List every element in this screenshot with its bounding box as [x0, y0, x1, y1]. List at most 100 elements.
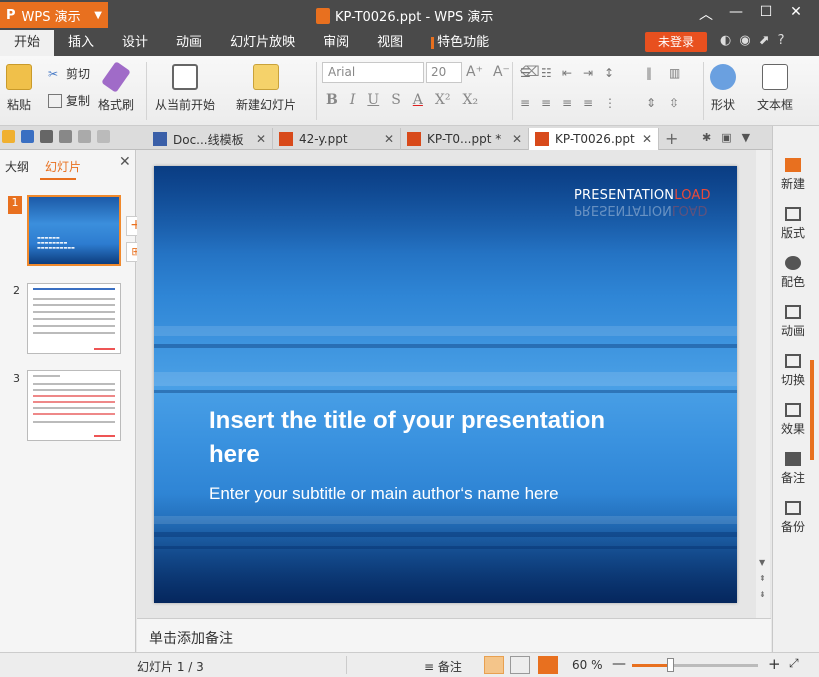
close-tab-icon[interactable]: ✕: [256, 132, 266, 146]
italic-button[interactable]: I: [350, 92, 356, 108]
underline-button[interactable]: U: [367, 92, 379, 108]
tab-animation[interactable]: 动画: [162, 30, 216, 56]
align-left-icon[interactable]: ≡: [520, 96, 538, 110]
normal-view-icon[interactable]: [484, 656, 504, 674]
pin-icon[interactable]: ✱: [702, 131, 711, 144]
zoom-out-icon[interactable]: —: [612, 656, 626, 672]
increase-indent-icon[interactable]: ⇥: [583, 66, 601, 80]
slide-thumbnail-2[interactable]: [27, 283, 121, 354]
format-painter-button[interactable]: 格式刷: [98, 61, 134, 113]
doc-tab-kp-t0026[interactable]: KP-T0026.ppt ✕: [529, 128, 659, 150]
tab-insert[interactable]: 插入: [54, 30, 108, 56]
notes-area[interactable]: 单击添加备注: [137, 618, 771, 652]
close-button[interactable]: ✕: [781, 4, 811, 24]
font-size-select[interactable]: 20: [426, 62, 462, 83]
tab-menu-icon[interactable]: ▼: [742, 131, 750, 144]
sidebar-new[interactable]: 新建: [773, 158, 813, 192]
doc-tab-template[interactable]: Doc...线模板 ✕: [147, 128, 273, 150]
login-button[interactable]: 未登录: [645, 32, 707, 52]
columns-icon[interactable]: ▥: [669, 66, 689, 80]
text-spacing-icon[interactable]: ⇳: [669, 96, 689, 110]
paste-button[interactable]: 粘贴: [6, 64, 32, 113]
zoom-slider[interactable]: [632, 658, 758, 672]
ribbon-collapse-icon[interactable]: ︿: [691, 4, 721, 24]
save-icon[interactable]: [21, 130, 34, 143]
close-tab-icon[interactable]: ✕: [384, 132, 394, 146]
numbered-list-icon[interactable]: ☷: [541, 66, 559, 80]
font-color-button[interactable]: A: [413, 92, 423, 108]
open-icon[interactable]: [2, 130, 15, 143]
strikethrough-button[interactable]: S: [391, 92, 401, 108]
cloud-icon[interactable]: ◉: [739, 33, 750, 48]
help-icon[interactable]: ?: [778, 33, 785, 48]
vertical-scrollbar[interactable]: ▼ ⇞ ⇟: [756, 150, 770, 618]
cut-button[interactable]: ✂ 剪切: [48, 65, 90, 82]
shape-button[interactable]: 形状: [710, 64, 736, 113]
bullet-list-icon[interactable]: ☰: [520, 66, 538, 80]
fit-window-icon[interactable]: ⤢: [789, 656, 799, 671]
minimize-button[interactable]: —: [721, 4, 751, 24]
close-tab-icon[interactable]: ✕: [512, 132, 522, 146]
undo-icon[interactable]: [78, 130, 91, 143]
tab-slideshow[interactable]: 幻灯片放映: [216, 30, 309, 56]
sorter-view-icon[interactable]: [510, 656, 530, 674]
sidebar-transition[interactable]: 切换: [773, 354, 813, 388]
decrease-indent-icon[interactable]: ⇤: [562, 66, 580, 80]
sidebar-layout[interactable]: 版式: [773, 207, 813, 241]
grow-font-icon[interactable]: A⁺: [466, 64, 483, 80]
print-preview-icon[interactable]: [59, 130, 72, 143]
maximize-button[interactable]: ☐: [751, 4, 781, 24]
sidebar-animation[interactable]: 动画: [773, 305, 813, 339]
app-menu-button[interactable]: P WPS 演示 ▼: [0, 2, 108, 28]
superscript-button[interactable]: X²: [435, 92, 451, 108]
tab-view[interactable]: 视图: [363, 30, 417, 56]
copy-button[interactable]: 复制: [48, 92, 90, 109]
zoom-level[interactable]: 60 %: [572, 658, 603, 672]
close-panel-icon[interactable]: ✕: [119, 154, 131, 170]
share-icon[interactable]: ⬈: [759, 33, 770, 48]
slide-thumbnail-3[interactable]: [27, 370, 121, 441]
slide-subtitle[interactable]: Enter your subtitle or main author‘s nam…: [209, 484, 559, 504]
shrink-font-icon[interactable]: A⁻: [493, 64, 510, 80]
tab-features[interactable]: 特色功能: [417, 30, 503, 56]
sidebar-notes[interactable]: 备注: [773, 452, 813, 486]
font-name-select[interactable]: Arial: [322, 62, 424, 83]
sidebar-backup[interactable]: 备份: [773, 501, 813, 535]
subscript-button[interactable]: X₂: [463, 92, 479, 108]
sidebar-color[interactable]: 配色: [773, 256, 813, 290]
zoom-in-icon[interactable]: +: [768, 655, 781, 673]
close-tab-icon[interactable]: ✕: [642, 132, 652, 146]
current-slide[interactable]: PRESENTATIONLOAD PRESENTATIONLOAD Insert…: [154, 166, 737, 603]
doc-tab-42y[interactable]: 42-y.ppt ✕: [273, 128, 401, 150]
scroll-down-icon[interactable]: ▼: [759, 558, 765, 567]
sidebar-collapse-handle[interactable]: [810, 360, 814, 460]
doc-tab-kp-modified[interactable]: KP-T0...ppt * ✕: [401, 128, 529, 150]
window-icon[interactable]: ▣: [721, 131, 731, 144]
notes-toggle[interactable]: ≡ 备注: [424, 658, 462, 675]
textbox-button[interactable]: 文本框: [757, 64, 793, 113]
align-center-icon[interactable]: ≡: [541, 96, 559, 110]
slide-title[interactable]: Insert the title of your presentation he…: [209, 404, 609, 472]
sidebar-effects[interactable]: 效果: [773, 403, 813, 437]
text-direction-icon[interactable]: ‖: [646, 66, 666, 80]
redo-icon[interactable]: [97, 130, 110, 143]
zoom-slider-knob[interactable]: [666, 658, 674, 672]
align-right-icon[interactable]: ≡: [562, 96, 580, 110]
tab-outline[interactable]: 大纲: [5, 158, 29, 175]
line-spacing-icon[interactable]: ↕: [604, 66, 622, 80]
tab-home[interactable]: 开始: [0, 30, 55, 56]
tab-design[interactable]: 设计: [108, 30, 162, 56]
new-slide-button[interactable]: 新建幻灯片: [236, 64, 296, 113]
slide-thumbnail-1[interactable]: ▬▬▬▬▬▬ ▬▬▬▬▬▬▬▬ ▬▬▬▬▬▬▬▬▬▬: [27, 195, 121, 266]
new-tab-button[interactable]: +: [665, 129, 678, 148]
distribute-icon[interactable]: ⋮: [604, 96, 622, 110]
tab-review[interactable]: 审阅: [309, 30, 363, 56]
print-icon[interactable]: [40, 130, 53, 143]
play-from-current-button[interactable]: 从当前开始: [155, 64, 215, 113]
next-slide-icon[interactable]: ⇟: [759, 590, 766, 599]
justify-icon[interactable]: ≡: [583, 96, 601, 110]
bold-button[interactable]: B: [326, 92, 338, 108]
vertical-align-icon[interactable]: ⇕: [646, 96, 666, 110]
skin-icon[interactable]: ◐: [720, 33, 731, 48]
slideshow-view-icon[interactable]: [538, 656, 558, 674]
